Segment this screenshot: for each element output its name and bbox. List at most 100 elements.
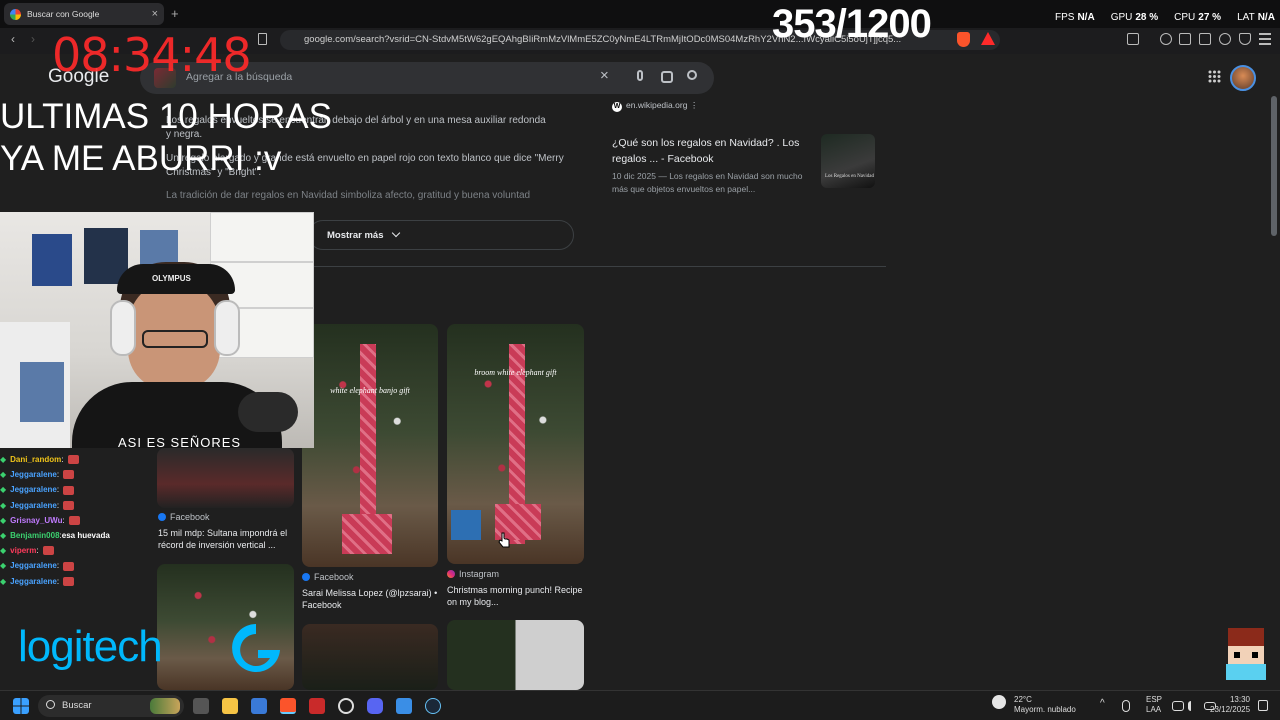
image-result-1[interactable] xyxy=(157,448,294,508)
new-tab-button[interactable]: + xyxy=(171,6,179,21)
obs-icon[interactable] xyxy=(338,698,354,714)
forward-button[interactable]: › xyxy=(31,32,35,46)
google-favicon-icon xyxy=(10,8,21,20)
image-result-5[interactable] xyxy=(302,624,438,690)
chat-username: Benjamin008 xyxy=(10,531,60,541)
image-source-1[interactable]: Facebook xyxy=(158,512,210,522)
webcam-overlay: OLYMPUS ASI ES SEÑORES xyxy=(0,212,314,448)
cap-text: OLYMPUS xyxy=(152,274,191,283)
tray-overflow-icon[interactable]: ^ xyxy=(1100,699,1105,709)
google-apps-icon[interactable] xyxy=(1208,70,1221,86)
source-card-thumbnail[interactable]: Los Regalos en Navidad xyxy=(821,134,875,188)
wallet-icon[interactable] xyxy=(1199,33,1211,45)
subscriber-badge-icon: ◆ xyxy=(0,470,7,480)
subscriber-badge-icon: ◆ xyxy=(0,531,7,541)
page-scrollbar[interactable] xyxy=(1268,56,1280,690)
scrollbar-thumb[interactable] xyxy=(1271,96,1277,236)
menu-icon[interactable] xyxy=(1259,33,1271,45)
subscriber-badge-icon: ◆ xyxy=(0,576,7,586)
chat-message: ◆ Jeggaralene : xyxy=(0,558,150,573)
notification-icon[interactable] xyxy=(1258,700,1268,711)
chat-message: ◆ Benjamin008 : esa huevada xyxy=(0,528,150,543)
sidebar-toggle-icon[interactable] xyxy=(1127,33,1139,45)
leo-ai-icon[interactable] xyxy=(1219,33,1231,45)
search-icon[interactable] xyxy=(687,70,697,80)
logitech-g-icon xyxy=(232,624,280,672)
chat-username: viperm xyxy=(10,546,37,556)
source-card-title[interactable]: ¿Qué son los regalos en Navidad? . Los r… xyxy=(612,135,812,167)
windows-taskbar: Buscar 22°C Mayorm. nublado ^ ESP LAA 13… xyxy=(0,690,1280,720)
language-indicator[interactable]: ESP LAA xyxy=(1146,695,1162,715)
subscriber-badge-icon: ◆ xyxy=(0,561,7,571)
emote-icon xyxy=(67,455,79,465)
instagram-icon xyxy=(447,570,455,578)
chat-username: Jeggaralene xyxy=(10,485,57,495)
voice-search-icon[interactable] xyxy=(637,70,643,81)
emote-icon xyxy=(63,500,75,510)
weather-icon[interactable] xyxy=(992,695,1006,709)
show-more-button[interactable]: Mostrar más xyxy=(308,220,574,250)
emote-icon xyxy=(63,576,75,586)
subscriber-badge-icon: ◆ xyxy=(0,500,7,510)
clear-search-icon[interactable]: × xyxy=(600,67,609,84)
user-avatar[interactable] xyxy=(1230,65,1256,91)
reader-icon[interactable] xyxy=(1179,33,1191,45)
chat-username: Jeggaralene xyxy=(10,561,57,571)
taskbar-search[interactable]: Buscar xyxy=(38,695,184,717)
emote-icon xyxy=(63,561,75,571)
image-title-3[interactable]: Christmas morning punch! Recipe on my bl… xyxy=(447,584,587,608)
brave-shield-icon[interactable] xyxy=(957,32,970,47)
back-button[interactable]: ‹ xyxy=(11,32,15,46)
chat-message: ◆ Jeggaralene : xyxy=(0,498,150,513)
more-options-icon[interactable]: ⋮ xyxy=(690,100,699,110)
emote-icon xyxy=(63,470,75,480)
emote-icon xyxy=(63,485,75,495)
steam-icon[interactable] xyxy=(425,698,441,714)
image-title-1[interactable]: 15 mil mdp: Sultana impondrá el récord d… xyxy=(158,527,298,551)
image-source-2[interactable]: Facebook xyxy=(302,572,354,582)
image-title-2[interactable]: Sarai Melissa Lopez (@lpzsarai) • Facebo… xyxy=(302,587,442,611)
volume-icon[interactable] xyxy=(1188,701,1198,711)
image-overlay-text-3: broom white elephant gift xyxy=(474,368,557,377)
hand-cursor-icon xyxy=(498,532,510,548)
vpn-shield-icon[interactable] xyxy=(1239,33,1251,45)
tab-close-icon[interactable]: × xyxy=(152,8,158,20)
shirt-text: ASI ES SEÑORES xyxy=(118,435,242,448)
image-result-6[interactable] xyxy=(447,620,584,690)
microphone-icon[interactable] xyxy=(1122,700,1130,712)
lens-icon[interactable] xyxy=(661,71,673,83)
image-result-2[interactable]: white elephant banjo gift xyxy=(302,324,438,567)
brave-browser-icon[interactable] xyxy=(280,698,296,714)
source-card-description: 10 dic 2025 — Los regalos en Navidad son… xyxy=(612,171,803,194)
logitech-logo: logitech xyxy=(18,622,163,671)
chat-username: Jeggaralene xyxy=(10,470,57,480)
search-highlight-image xyxy=(150,698,180,714)
performance-stats: FPS N/A GPU 28 % CPU 27 % LAT N/A xyxy=(1055,12,1275,23)
browser-tab[interactable]: Buscar con Google × xyxy=(4,3,164,25)
file-explorer-icon[interactable] xyxy=(222,698,238,714)
facebook-icon xyxy=(158,513,166,521)
notepad-icon[interactable] xyxy=(396,698,412,714)
network-icon[interactable] xyxy=(1172,701,1184,711)
chevron-down-icon xyxy=(391,228,401,238)
media-icon[interactable] xyxy=(1160,33,1172,45)
emote-icon xyxy=(42,546,54,556)
tab-title: Buscar con Google xyxy=(27,9,100,19)
stream-clock: 08:34:48 xyxy=(52,28,252,82)
subscriber-badge-icon: ◆ xyxy=(0,546,7,556)
weather-widget[interactable]: 22°C Mayorm. nublado xyxy=(1014,695,1076,715)
image-result-3[interactable]: broom white elephant gift xyxy=(447,324,584,564)
source-domain[interactable]: Wen.wikipedia.org ⋮ xyxy=(612,100,698,112)
task-view-icon[interactable] xyxy=(193,698,209,714)
meter-app-icon[interactable] xyxy=(309,698,325,714)
chat-message: ◆ viperm : xyxy=(0,543,150,558)
discord-icon[interactable] xyxy=(367,698,383,714)
windows-start-icon[interactable] xyxy=(13,698,29,714)
chat-message: ◆ Jeggaralene : xyxy=(0,467,150,482)
store-icon[interactable] xyxy=(251,698,267,714)
bookmark-icon[interactable] xyxy=(258,33,267,45)
facebook-icon xyxy=(302,573,310,581)
system-clock[interactable]: 13:30 23/12/2025 xyxy=(1210,695,1250,715)
goal-counter: 353/1200 xyxy=(772,2,932,46)
image-source-3[interactable]: Instagram xyxy=(447,569,499,579)
